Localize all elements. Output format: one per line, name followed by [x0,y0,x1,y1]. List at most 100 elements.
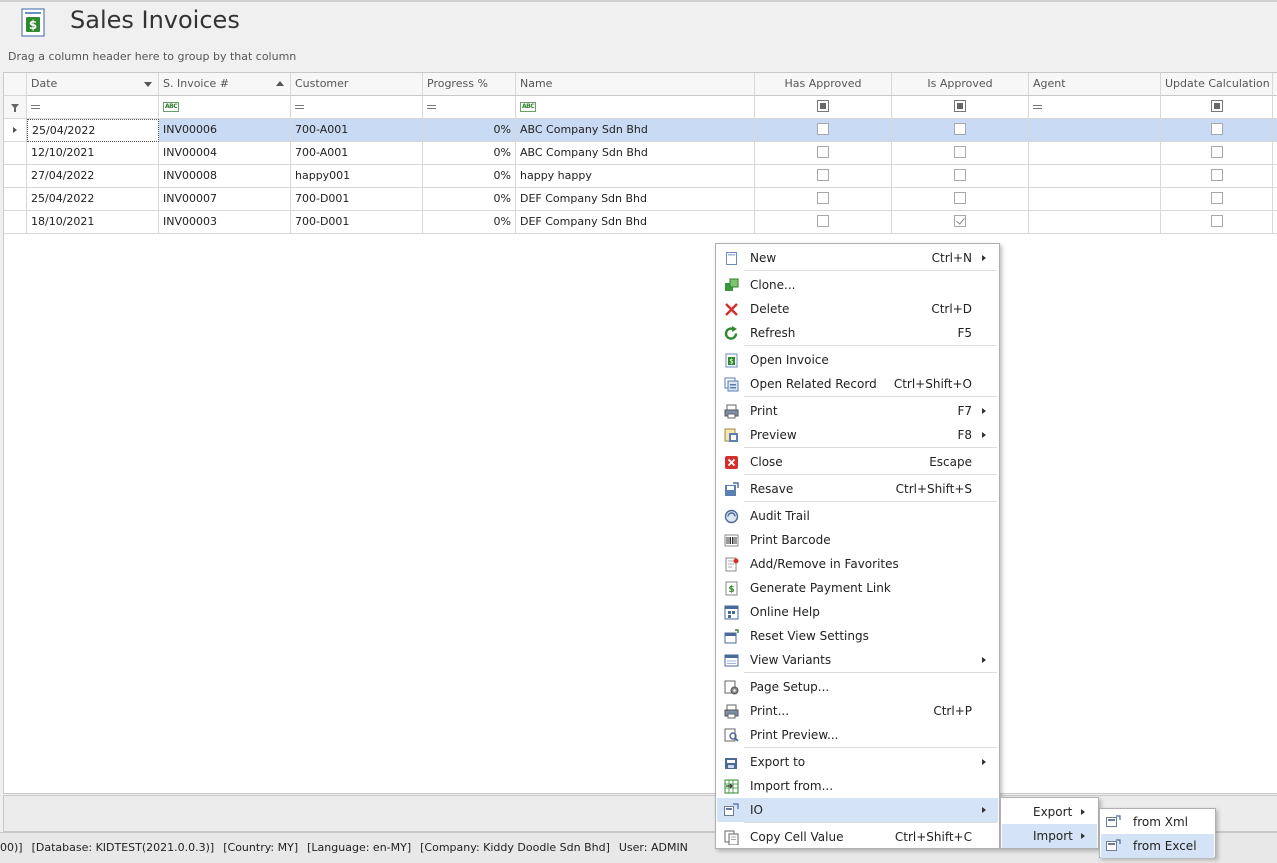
cell-agent[interactable] [1029,119,1161,142]
io-export-item[interactable]: Export [1002,800,1097,824]
column-header-customer[interactable]: Customer [291,73,423,96]
menu-item-delete[interactable]: Delete Ctrl+D [717,297,998,321]
cell-update_calc[interactable] [1161,211,1273,234]
cell-progress[interactable]: 0% [423,119,516,142]
menu-item-new[interactable]: New Ctrl+N [717,246,998,270]
checkbox-unchecked[interactable] [817,192,829,204]
column-header-agent[interactable]: Agent [1029,73,1161,96]
menu-item-view-variants[interactable]: View Variants [717,648,998,672]
menu-item-refresh[interactable]: Refresh F5 [717,321,998,345]
filter-cell-extra[interactable] [1273,96,1277,119]
import-from-excel-item[interactable]: from Excel [1101,834,1214,858]
cell-update_calc[interactable] [1161,188,1273,211]
cell-agent[interactable] [1029,188,1161,211]
menu-item-resave[interactable]: Resave Ctrl+Shift+S [717,477,998,501]
checkbox-unchecked[interactable] [954,169,966,181]
row-indicator[interactable] [4,188,27,211]
menu-item-export-to[interactable]: Export to [717,750,998,774]
menu-item-open-invoice[interactable]: $ Open Invoice [717,348,998,372]
import-from-xml-item[interactable]: from Xml [1101,810,1214,834]
checkbox-unchecked[interactable] [1210,215,1223,227]
cell-is_approved[interactable] [892,165,1029,188]
menu-item-preview[interactable]: Preview F8 [717,423,998,447]
menu-item-clone[interactable]: Clone... [717,273,998,297]
cell-customer[interactable]: 700-D001 [291,188,423,211]
table-row[interactable]: 25/04/2022 INV00006 700-A001 0% ABC Company … [4,119,1277,142]
menu-item-open-related-record[interactable]: Open Related Record Ctrl+Shift+O [717,372,998,396]
cell-date[interactable]: 12/10/2021 [27,142,159,165]
checkbox-unchecked[interactable] [817,123,829,135]
cell-agent[interactable] [1029,165,1161,188]
menu-item-print-barcode[interactable]: Print Barcode [717,528,998,552]
cell-invoice[interactable]: INV00006 [159,119,291,142]
cell-is_approved[interactable] [892,142,1029,165]
column-header-is_approved[interactable]: Is Approved [892,73,1029,96]
cell-is_approved[interactable] [892,188,1029,211]
cell-extra[interactable]: U [1273,211,1277,234]
checkbox-unchecked[interactable] [954,123,966,135]
checkbox-checked[interactable] [954,215,966,227]
row-indicator[interactable] [4,211,27,234]
cell-name[interactable]: ABC Company Sdn Bhd [516,119,755,142]
cell-extra[interactable]: U [1273,142,1277,165]
cell-customer[interactable]: 700-A001 [291,142,423,165]
cell-invoice[interactable]: INV00004 [159,142,291,165]
filter-cell-is_approved[interactable] [892,96,1029,119]
filter-checkbox-indeterminate[interactable] [817,100,829,112]
menu-item-import-from[interactable]: Import from... [717,774,998,798]
cell-has_approved[interactable] [755,165,892,188]
checkbox-unchecked[interactable] [1210,123,1223,135]
menu-item-copy-cell[interactable]: Copy Cell Value Ctrl+Shift+C [717,825,998,849]
menu-item-close[interactable]: Close Escape [717,450,998,474]
cell-has_approved[interactable] [755,188,892,211]
table-row[interactable]: 12/10/2021 INV00004 700-A001 0% ABC Company … [4,142,1277,165]
row-indicator[interactable] [4,119,27,142]
checkbox-unchecked[interactable] [817,146,829,158]
table-row[interactable]: 25/04/2022 INV00007 700-D001 0% DEF Company … [4,188,1277,211]
row-indicator[interactable] [4,142,27,165]
filter-checkbox-indeterminate[interactable] [1210,100,1223,112]
cell-invoice[interactable]: INV00007 [159,188,291,211]
cell-update_calc[interactable] [1161,142,1273,165]
cell-customer[interactable]: happy001 [291,165,423,188]
cell-has_approved[interactable] [755,211,892,234]
cell-date[interactable]: 18/10/2021 [27,211,159,234]
cell-date[interactable]: 25/04/2022 [27,188,159,211]
table-row[interactable]: 27/04/2022INV00008happy0010%happy happy U [4,165,1277,188]
checkbox-unchecked[interactable] [817,169,829,181]
cell-extra[interactable]: U [1273,165,1277,188]
checkbox-unchecked[interactable] [954,192,966,204]
checkbox-unchecked[interactable] [954,146,966,158]
checkbox-unchecked[interactable] [1210,169,1223,181]
checkbox-unchecked[interactable] [1210,192,1223,204]
filter-cell-has_approved[interactable] [755,96,892,119]
io-import-item[interactable]: Import [1002,824,1097,848]
cell-has_approved[interactable] [755,142,892,165]
cell-progress[interactable]: 0% [423,188,516,211]
menu-item-print-dialog[interactable]: Print... Ctrl+P [717,699,998,723]
filter-checkbox-indeterminate[interactable] [954,100,966,112]
row-indicator[interactable] [4,165,27,188]
menu-item-online-help[interactable]: Online Help [717,600,998,624]
cell-extra[interactable]: U [1273,119,1277,142]
checkbox-unchecked[interactable] [817,215,829,227]
menu-item-reset-view[interactable]: Reset View Settings [717,624,998,648]
cell-is_approved[interactable] [892,119,1029,142]
column-header-progress[interactable]: Progress % [423,73,516,96]
cell-invoice[interactable]: INV00008 [159,165,291,188]
cell-extra[interactable]: U [1273,188,1277,211]
filter-cell-progress[interactable] [423,96,516,119]
menu-item-page-setup[interactable]: Page Setup... [717,675,998,699]
filter-cell-update_calc[interactable] [1161,96,1273,119]
menu-item-print[interactable]: Print F7 [717,399,998,423]
cell-progress[interactable]: 0% [423,142,516,165]
cell-date[interactable]: 25/04/2022 [27,119,159,142]
column-header-name[interactable]: Name [516,73,755,96]
menu-item-audit-trail[interactable]: Audit Trail [717,504,998,528]
cell-progress[interactable]: 0% [423,211,516,234]
filter-cell-invoice[interactable]: ABC [159,96,291,119]
table-row[interactable]: 18/10/2021 INV00003 700-D001 0% DEF Company … [4,211,1277,234]
cell-has_approved[interactable] [755,119,892,142]
invoice-grid[interactable]: Date S. Invoice # Customer Progress % Name Ha… [3,72,1277,794]
filter-cell-customer[interactable] [291,96,423,119]
